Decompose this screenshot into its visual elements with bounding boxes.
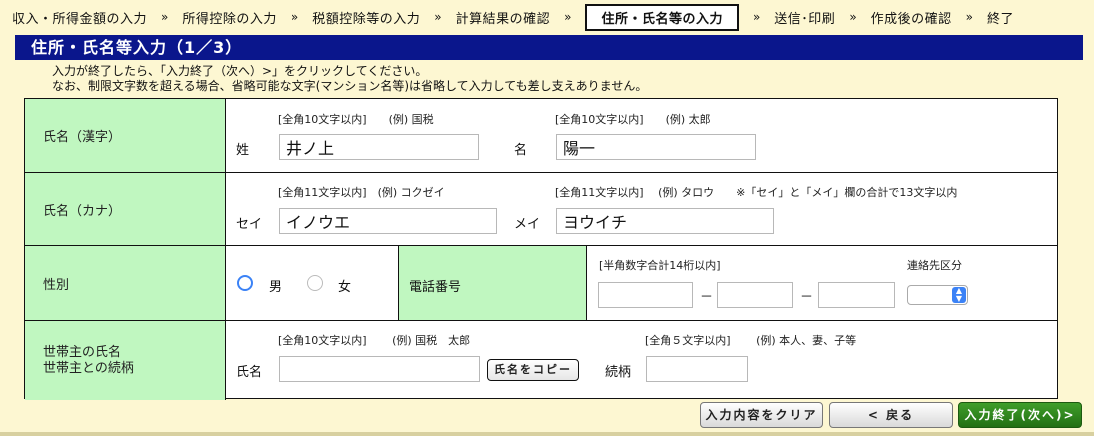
page-title: 住所・氏名等入力（1／3） [15, 35, 1083, 60]
mei-kana-input[interactable] [556, 208, 774, 234]
contact-type-label: 連絡先区分 [907, 259, 962, 272]
sei-kanji-field-label: 姓 [236, 143, 250, 158]
phone-part3-input[interactable] [818, 282, 895, 308]
row-name-kana: 氏名（カナ） [全角11文字以内] (例) コクゼイ [全角11文字以内] (例… [25, 173, 1057, 246]
phone-dash-2: － [800, 290, 814, 305]
instruction-line-1: 入力が終了したら、「入力終了（次へ）>」をクリックしてください。 [52, 64, 428, 78]
householder-name-input[interactable] [279, 356, 480, 382]
step-arrow-icon: » [434, 10, 442, 24]
clear-input-button[interactable]: 入力内容をクリア [700, 402, 823, 428]
step-address-name-current: 住所・氏名等の入力 [585, 3, 739, 31]
phone-part1-input[interactable] [598, 282, 693, 308]
mei-kanji-input[interactable] [556, 134, 756, 160]
row-gender-phone: 性別 男 女 電話番号 [半角数字合計14桁以内] － － 連絡先区分 ▲ ▼ [25, 246, 1057, 321]
step-arrow-icon: » [965, 10, 974, 24]
instructions: 入力が終了したら、「入力終了（次へ）>」をクリックしてください。 なお、制限文字… [52, 64, 647, 94]
gender-female-radio[interactable] [307, 275, 323, 291]
householder-relation-field-label: 続柄 [605, 365, 632, 380]
gender-male-label: 男 [269, 280, 283, 295]
gender-male-radio[interactable] [237, 275, 253, 291]
mei-kanji-field-label: 名 [514, 143, 528, 158]
row-name-kanji: 氏名（漢字） [全角10文字以内] (例) 国税 [全角10文字以内] (例) … [25, 99, 1057, 173]
name-kana-label: 氏名（カナ） [25, 173, 226, 245]
back-button[interactable]: < 戻る [829, 402, 953, 428]
instruction-line-2: なお、制限文字数を超える場合、省略可能な文字(マンション名等)は省略して入力して… [52, 79, 648, 93]
name-kanji-label: 氏名（漢字） [25, 99, 226, 172]
sei-kana-hint: [全角11文字以内] (例) コクゼイ [278, 186, 445, 199]
mei-kanji-hint: [全角10文字以内] (例) 太郎 [555, 113, 711, 126]
sei-kana-field-label: セイ [236, 217, 263, 232]
step-arrow-icon: » [564, 10, 572, 24]
step-arrow-icon: » [752, 10, 761, 24]
step-arrow-icon: » [290, 10, 299, 24]
phone-label: 電話番号 [409, 280, 462, 295]
step-send-print: 送信･印刷 [774, 11, 836, 27]
step-result: 計算結果の確認 [455, 11, 551, 27]
gender-female-label: 女 [338, 280, 352, 295]
step-after-check: 作成後の確認 [870, 11, 952, 27]
contact-type-select[interactable]: ▲ ▼ [907, 285, 968, 305]
sei-kana-input[interactable] [279, 208, 497, 234]
step-deduction: 所得控除の入力 [182, 11, 277, 27]
mei-kana-field-label: メイ [514, 217, 541, 232]
select-updown-icon: ▲ ▼ [952, 287, 966, 303]
householder-relation-label: 世帯主との続柄 [43, 360, 134, 376]
phone-dash-1: － [700, 290, 714, 305]
sei-kanji-hint: [全角10文字以内] (例) 国税 [278, 113, 434, 126]
step-income: 収入・所得金額の入力 [12, 11, 148, 27]
copy-name-button[interactable]: 氏名をコピー [487, 359, 579, 381]
finish-next-button[interactable]: 入力終了(次へ)> [958, 402, 1082, 428]
phone-hint: [半角数字合計14桁以内] [599, 259, 721, 272]
phone-part2-input[interactable] [717, 282, 793, 308]
bottom-divider [0, 432, 1094, 436]
householder-relation-hint: [全角５文字以内] (例) 本人、妻、子等 [645, 334, 857, 347]
mei-kana-hint: [全角11文字以内] (例) タロウ ※「セイ」と「メイ」欄の合計で13文字以内 [555, 186, 958, 199]
gender-label: 性別 [25, 246, 226, 320]
householder-name-hint: [全角10文字以内] (例) 国税 太郎 [278, 334, 471, 347]
householder-name-label: 世帯主の氏名 [43, 344, 122, 360]
phone-label-cell: 電話番号 [398, 246, 587, 320]
row-householder: 世帯主の氏名 世帯主との続柄 [全角10文字以内] (例) 国税 太郎 [全角５… [25, 321, 1057, 400]
step-tax-credit: 税額控除等の入力 [312, 11, 421, 27]
sei-kanji-input[interactable] [279, 134, 479, 160]
householder-relation-input[interactable] [646, 356, 748, 382]
householder-label: 世帯主の氏名 世帯主との続柄 [25, 321, 226, 400]
step-arrow-icon: » [849, 10, 857, 24]
step-arrow-icon: » [161, 10, 169, 24]
householder-name-field-label: 氏名 [236, 365, 263, 380]
personal-info-form: 氏名（漢字） [全角10文字以内] (例) 国税 [全角10文字以内] (例) … [24, 98, 1058, 400]
step-end: 終了 [987, 11, 1015, 27]
progress-steps: 収入・所得金額の入力 » 所得控除の入力 » 税額控除等の入力 » 計算結果の確… [0, 0, 1094, 34]
